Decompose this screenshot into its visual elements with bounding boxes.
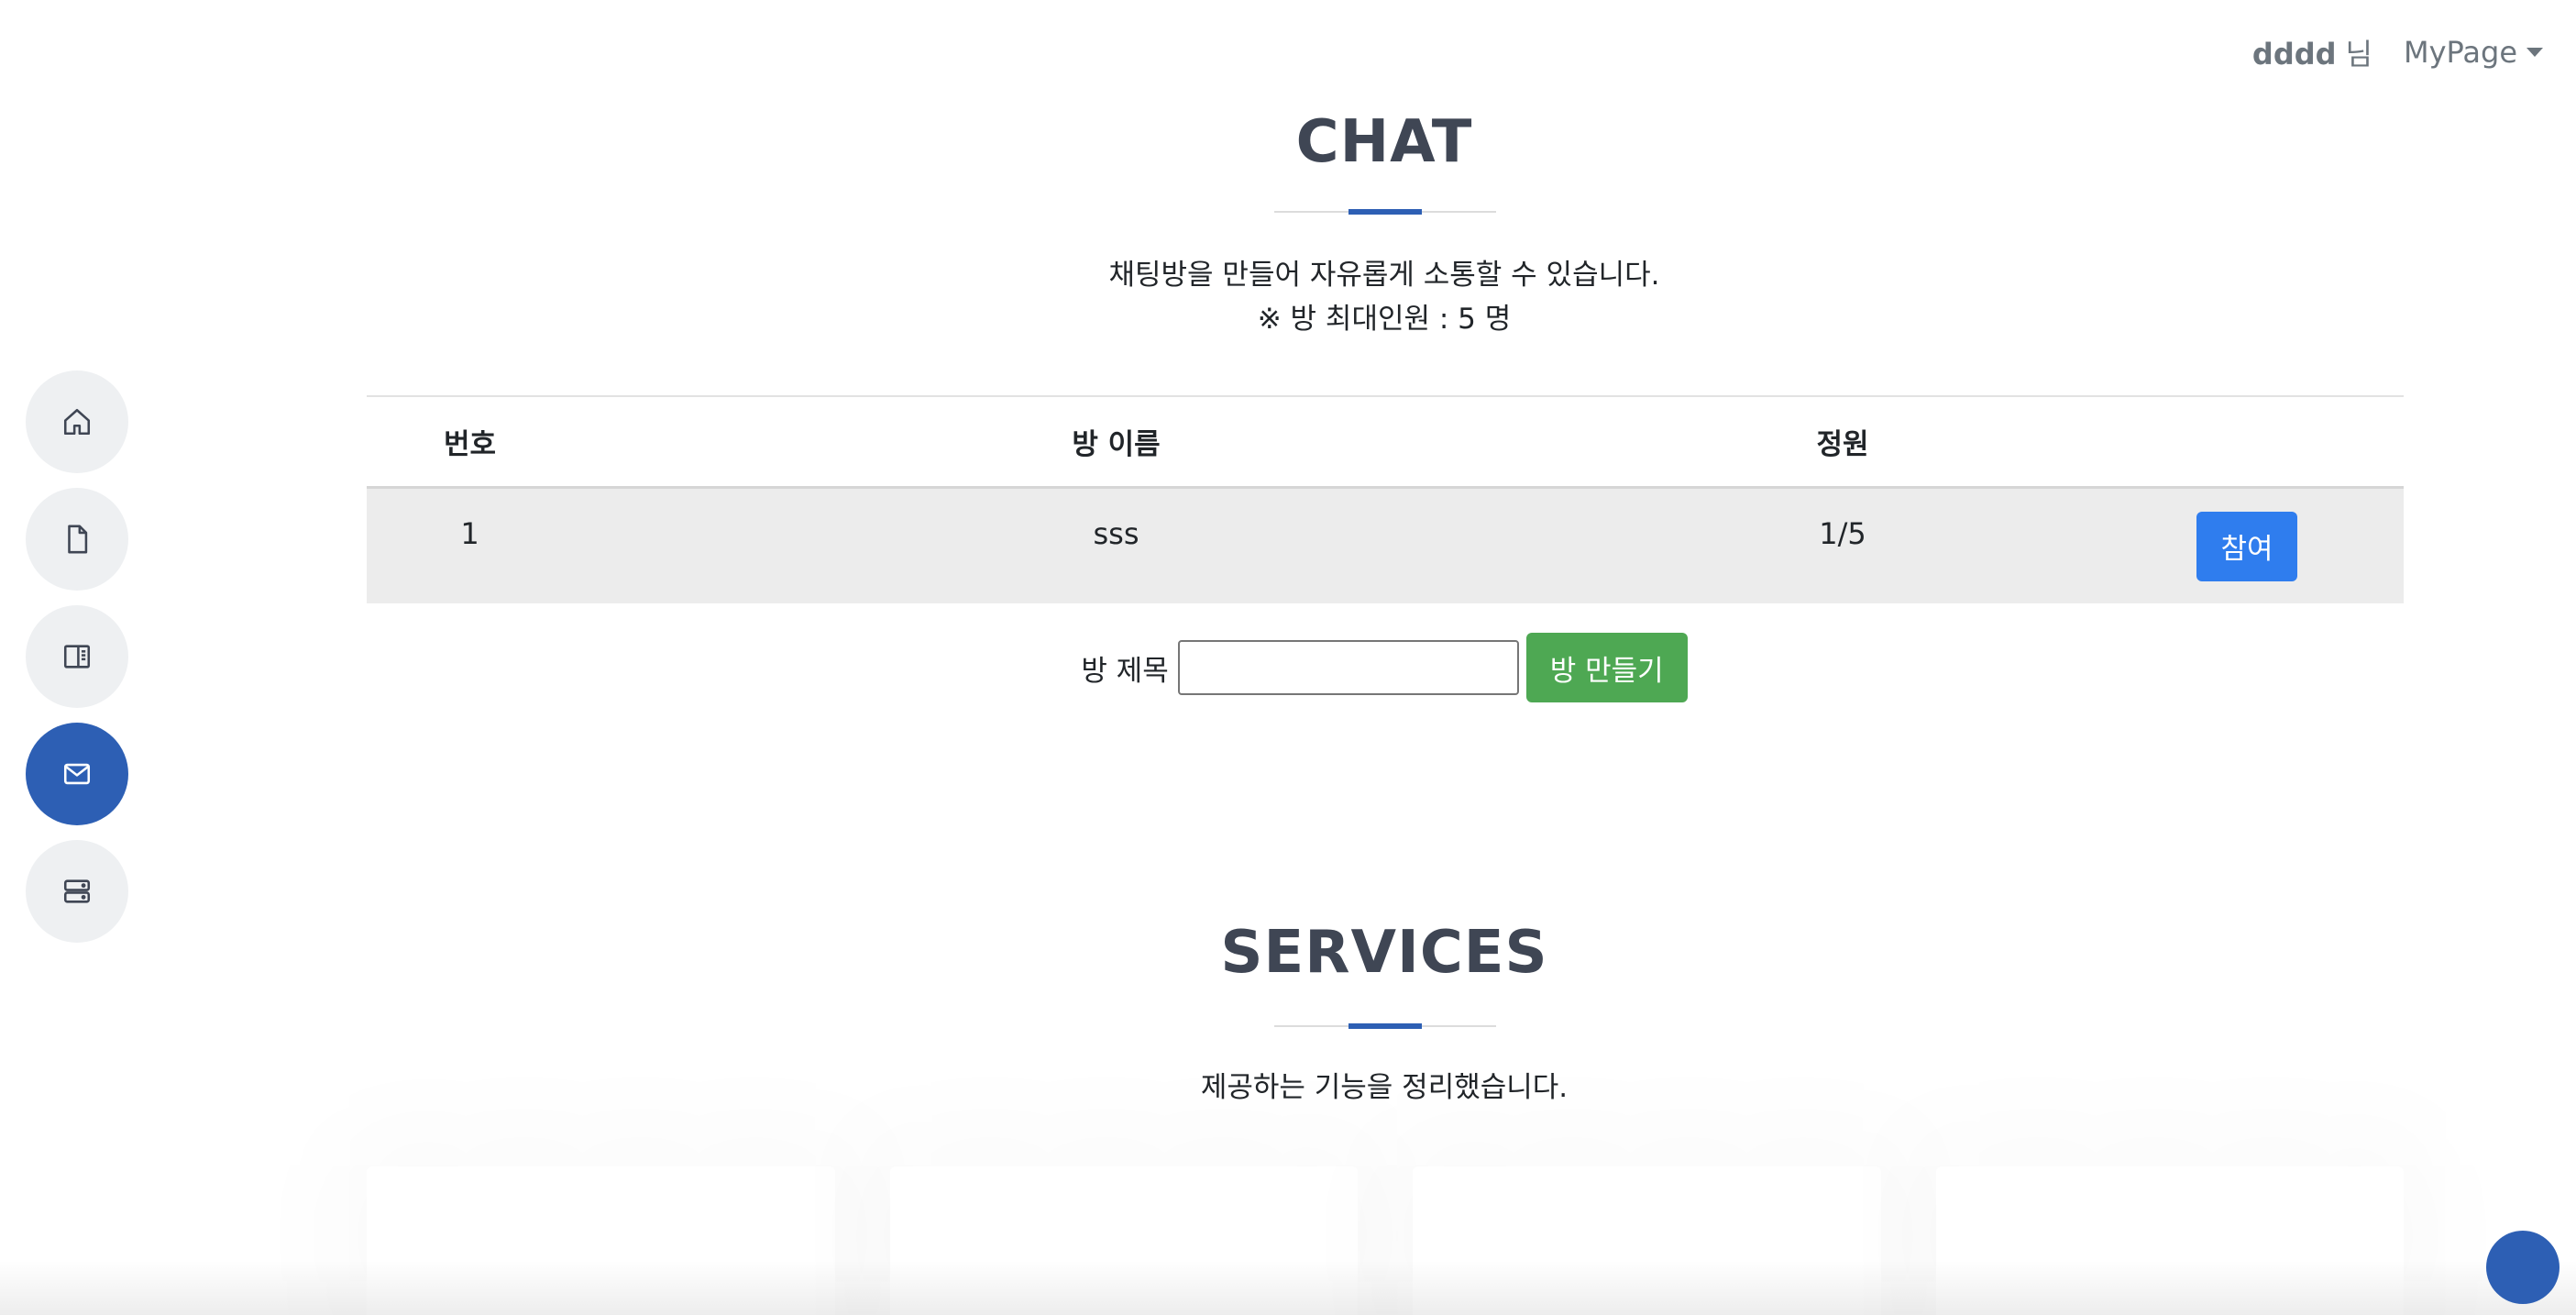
services-title-divider [1274,1023,1496,1029]
user-name: dddd [2251,37,2337,72]
services-description: 제공하는 기능을 정리했습니다. [1200,1071,1569,1104]
server-icon [63,879,91,903]
header-capacity: 정원 [1816,428,1869,461]
nav-mail-button[interactable] [26,723,128,825]
room-action-cell: 참여 [2026,511,2404,581]
user-menu: dddd 님 MyPage [2252,31,2543,73]
room-title-input[interactable] [1177,640,1519,695]
room-capacity: 1/5 [1819,516,1866,551]
caret-down-icon [2526,48,2543,57]
room-title-label: 방 제목 [1081,654,1169,688]
scroll-top-button[interactable] [2486,1231,2559,1304]
divider-accent [1349,209,1422,215]
header-number: 번호 [443,428,497,461]
join-room-button[interactable]: 참여 [2196,511,2297,581]
services-title: SERVICES [1220,919,1548,987]
create-room-form: 방 제목 방 만들기 [0,633,2576,702]
file-icon [68,525,88,554]
chat-description-line2: ※ 방 최대인원 : 5 명 [1257,303,1512,336]
create-room-button[interactable]: 방 만들기 [1525,633,1688,702]
nav-file-button[interactable] [26,488,128,591]
chat-title-divider [1274,209,1496,215]
home-icon [63,408,91,436]
room-number: 1 [460,516,479,551]
mail-icon [63,763,91,785]
room-name: sss [1093,516,1139,551]
bottom-shadow [0,1260,2576,1315]
table-header: 번호 방 이름 정원 [367,397,2404,489]
chat-title: CHAT [1295,108,1473,176]
user-greeting: dddd 님 [2252,31,2372,73]
mypage-label: MyPage [2403,35,2517,70]
nav-home-button[interactable] [26,370,128,473]
page: dddd 님 MyPage CHAT 채팅방을 만들어 자유롭게 소통할 수 있… [0,0,2576,1315]
table-row: 1 sss 1/5 참여 [367,489,2404,603]
header-room-name: 방 이름 [1072,428,1161,461]
chat-description-line1: 채팅방을 만들어 자유롭게 소통할 수 있습니다. [1108,259,1660,292]
user-suffix: 님 [2345,37,2372,72]
divider-accent [1349,1023,1422,1029]
chat-room-table: 번호 방 이름 정원 1 sss 1/5 참여 [367,395,2404,603]
mypage-dropdown[interactable]: MyPage [2404,35,2543,70]
